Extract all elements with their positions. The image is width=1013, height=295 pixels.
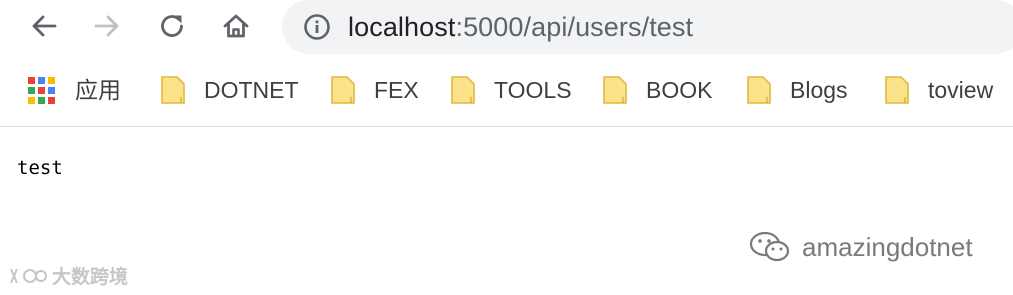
address-bar[interactable]: localhost:5000/api/users/test bbox=[282, 0, 1013, 54]
arrow-right-icon bbox=[94, 15, 119, 37]
watermark-right-text: amazingdotnet bbox=[802, 231, 973, 262]
bookmark-label: FEX bbox=[374, 77, 419, 103]
bookmark-label: DOTNET bbox=[204, 77, 299, 103]
bookmark-folder-blogs[interactable]: Blogs bbox=[746, 72, 848, 108]
bookmark-folder-book[interactable]: BOOK bbox=[602, 72, 712, 108]
toolbar-divider bbox=[0, 126, 1013, 127]
bookmark-folder-fex[interactable]: FEX bbox=[330, 72, 419, 108]
folder-icon bbox=[885, 76, 909, 104]
wechat-icon bbox=[749, 231, 790, 262]
folder-icon bbox=[451, 76, 475, 104]
bookmark-label: toview bbox=[928, 77, 994, 103]
forward-button[interactable] bbox=[85, 6, 129, 46]
bookmark-folder-dotnet[interactable]: DOTNET bbox=[160, 72, 299, 108]
back-button[interactable] bbox=[22, 6, 66, 46]
home-button[interactable] bbox=[214, 6, 258, 46]
folder-icon bbox=[161, 76, 185, 104]
url-path: :5000/api/users/test bbox=[455, 12, 694, 42]
response-body-text: test bbox=[17, 157, 63, 179]
bookmark-folder-tools[interactable]: TOOLS bbox=[450, 72, 572, 108]
home-icon bbox=[223, 14, 249, 38]
bookmark-folder-toview[interactable]: toview bbox=[884, 72, 993, 108]
url-text[interactable]: localhost:5000/api/users/test bbox=[348, 10, 693, 44]
url-host: localhost bbox=[348, 12, 456, 42]
browser-toolbar: localhost:5000/api/users/test bbox=[0, 0, 1013, 56]
folder-icon bbox=[603, 76, 627, 104]
reload-icon bbox=[161, 15, 183, 37]
bookmarks-bar: 应用 DOTNET FEX TOOLS BOOK Blogs toview bbox=[0, 58, 1013, 126]
info-icon[interactable] bbox=[302, 12, 332, 42]
arrow-left-icon bbox=[32, 15, 57, 37]
apps-shortcut[interactable]: 应用 bbox=[28, 72, 121, 108]
bookmark-label: Blogs bbox=[790, 77, 848, 103]
watermark-left: 大数跨境 bbox=[8, 262, 128, 289]
folder-icon bbox=[747, 76, 771, 104]
bookmark-label: TOOLS bbox=[494, 77, 572, 103]
reload-button[interactable] bbox=[150, 6, 194, 46]
apps-grid-icon bbox=[28, 76, 55, 104]
apps-label: 应用 bbox=[75, 77, 121, 103]
bookmark-label: BOOK bbox=[646, 77, 713, 103]
watermark-logo-icon bbox=[10, 268, 47, 283]
watermark-left-text: 大数跨境 bbox=[52, 267, 129, 288]
watermark-right: amazingdotnet bbox=[748, 230, 973, 264]
folder-icon bbox=[331, 76, 355, 104]
